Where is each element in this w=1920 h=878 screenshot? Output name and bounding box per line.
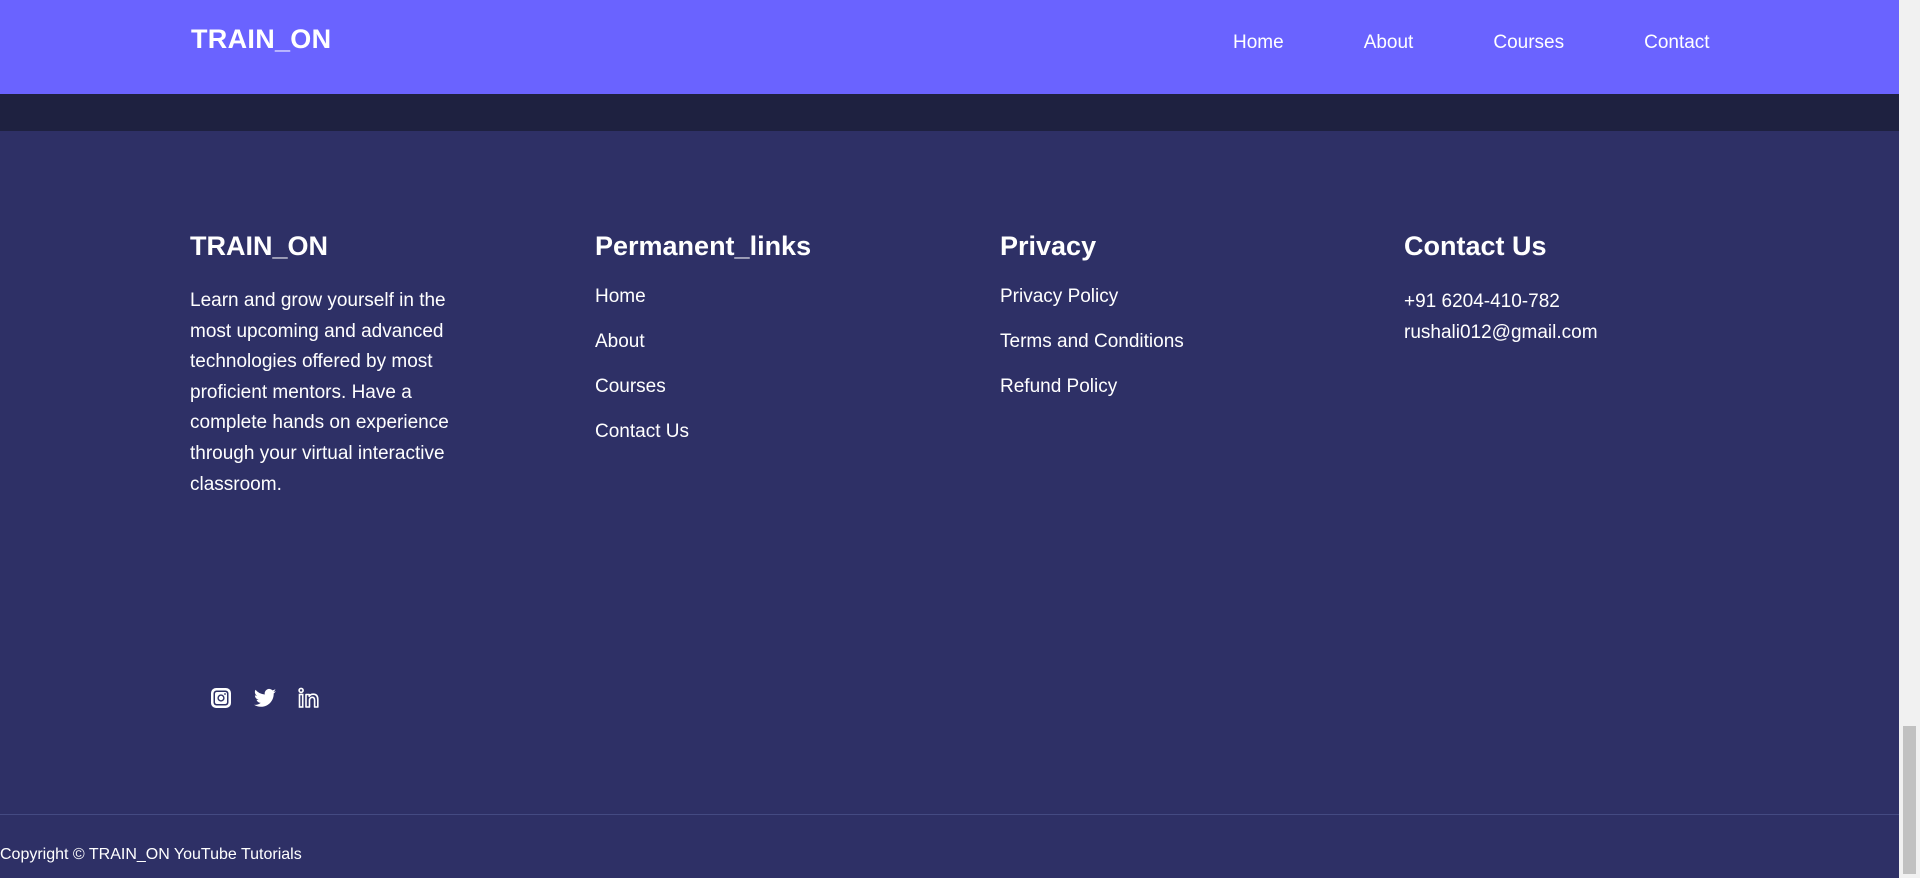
linkedin-icon[interactable] — [297, 686, 321, 710]
top-navbar: TRAIN_ON Home About Courses Contact — [0, 0, 1899, 94]
nav-link-courses[interactable]: Courses — [1493, 32, 1564, 54]
footer-about-column: TRAIN_ON Learn and grow yourself in the … — [190, 228, 490, 500]
footer-permanent-links-column: Permanent_links Home About Courses Conta… — [595, 228, 915, 466]
footer-link-courses[interactable]: Courses — [595, 376, 666, 397]
instagram-icon[interactable] — [209, 686, 233, 710]
contact-heading: Contact Us — [1404, 231, 1547, 261]
list-item: Refund Policy — [1000, 376, 1320, 398]
footer-link-about[interactable]: About — [595, 331, 645, 352]
list-item: Home — [595, 286, 915, 308]
nav-links: Home About Courses Contact — [1233, 32, 1710, 54]
scrollbar-thumb[interactable] — [1903, 726, 1916, 874]
footer-link-refund-policy[interactable]: Refund Policy — [1000, 376, 1117, 397]
vertical-scrollbar[interactable] — [1899, 0, 1920, 878]
nav-link-home[interactable]: Home — [1233, 32, 1284, 54]
social-icons — [209, 686, 321, 710]
footer-brand-heading: TRAIN_ON — [190, 231, 329, 261]
page: TRAIN_ON Home About Courses Contact TRAI… — [0, 0, 1899, 878]
section-divider-band — [0, 94, 1899, 131]
privacy-links-list: Privacy Policy Terms and Conditions Refu… — [1000, 286, 1320, 398]
footer-privacy-column: Privacy Privacy Policy Terms and Conditi… — [1000, 228, 1320, 421]
nav-link-contact[interactable]: Contact — [1644, 32, 1709, 54]
footer-divider — [0, 814, 1899, 815]
footer-about-text: Learn and grow yourself in the most upco… — [190, 290, 449, 495]
list-item: About — [595, 331, 915, 353]
nav-link-about[interactable]: About — [1364, 32, 1414, 54]
copyright-text: Copyright © TRAIN_ON YouTube Tutorials — [0, 846, 302, 863]
brand-logo[interactable]: TRAIN_ON — [191, 24, 331, 55]
footer-contact-column: Contact Us +91 6204-410-782 rushali012@g… — [1404, 228, 1724, 348]
privacy-heading: Privacy — [1000, 231, 1097, 261]
list-item: Terms and Conditions — [1000, 331, 1320, 353]
footer-link-home[interactable]: Home — [595, 286, 646, 307]
footer-link-privacy-policy[interactable]: Privacy Policy — [1000, 286, 1118, 307]
twitter-icon[interactable] — [253, 686, 277, 710]
list-item: Contact Us — [595, 421, 915, 443]
list-item: Courses — [595, 376, 915, 398]
contact-phone: +91 6204-410-782 — [1404, 291, 1560, 312]
list-item: Privacy Policy — [1000, 286, 1320, 308]
contact-email: rushali012@gmail.com — [1404, 322, 1598, 343]
permanent-links-heading: Permanent_links — [595, 231, 812, 261]
footer-link-contact-us[interactable]: Contact Us — [595, 421, 689, 442]
footer-link-terms[interactable]: Terms and Conditions — [1000, 331, 1184, 352]
permanent-links-list: Home About Courses Contact Us — [595, 286, 915, 443]
